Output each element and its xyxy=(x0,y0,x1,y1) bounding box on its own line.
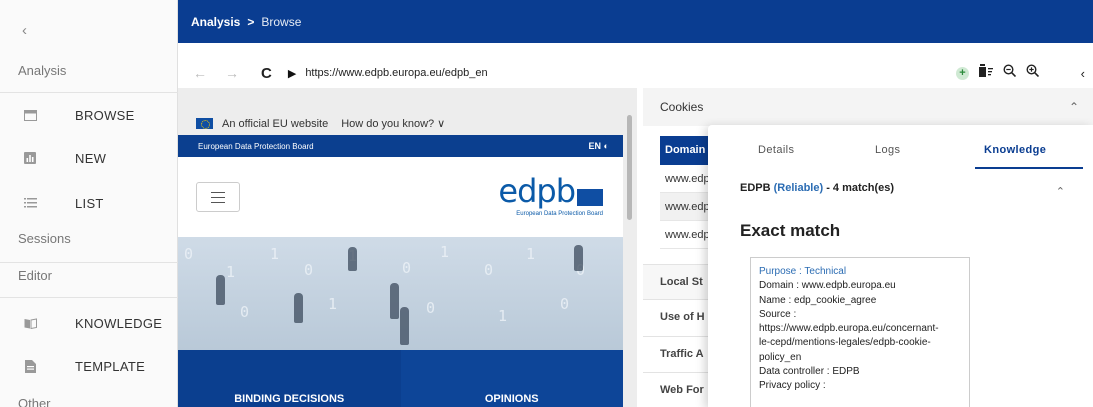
section-other: Other xyxy=(18,396,51,407)
forward-arrow-icon[interactable]: → xyxy=(225,65,239,81)
url-bar: ← → C ▶ https://www.edpb.europa.eu/edpb_… xyxy=(178,58,1093,88)
board-name: European Data Protection Board xyxy=(198,141,314,151)
card-source-url[interactable]: le-cepd/mentions-legales/edpb-cookie- xyxy=(759,336,961,350)
divider xyxy=(0,297,178,298)
chevron-up-icon[interactable]: ⌃ xyxy=(1069,100,1079,114)
section-editor: Editor xyxy=(18,268,52,283)
zoom-out-icon[interactable] xyxy=(1003,64,1017,82)
popup-tabs: Details Logs Knowledge xyxy=(708,125,1093,171)
sidebar-item-label: KNOWLEDGE xyxy=(75,315,163,331)
sidebar-item-browse[interactable]: BROWSE xyxy=(0,97,178,133)
document-icon xyxy=(23,359,37,373)
language-selector[interactable]: EN ◐ xyxy=(589,141,609,151)
cookies-title: Cookies xyxy=(660,100,704,114)
globe-icon: ◐ xyxy=(603,141,609,151)
hamburger-menu-icon[interactable] xyxy=(196,182,240,212)
how-do-you-know-link[interactable]: How do you know? ∨ xyxy=(341,117,445,130)
sidebar-item-new[interactable]: NEW xyxy=(0,140,178,176)
cookies-header[interactable]: Cookies ⌃ xyxy=(643,88,1093,126)
match-card: Purpose : Technical Domain : www.edpb.eu… xyxy=(750,257,970,407)
divider xyxy=(0,92,178,93)
reliability-badge: (Reliable) xyxy=(773,182,824,194)
chevron-left-icon[interactable]: ‹ xyxy=(22,22,27,39)
top-bar: Analysis > Browse xyxy=(178,0,1093,43)
card-controller: Data controller : EDPB xyxy=(759,366,860,378)
sidebar-item-label: BROWSE xyxy=(75,107,135,123)
sidebar: ‹ Analysis BROWSE NEW LIST Sessions Edit… xyxy=(0,0,178,407)
hero-image: 0 1 1 0 1 0 1 0 1 0 0 1 0 1 0 xyxy=(178,237,623,350)
breadcrumb-separator: > xyxy=(247,14,255,29)
edpb-logo[interactable]: edpb European Data Protection Board xyxy=(498,173,603,217)
section-sessions: Sessions xyxy=(18,231,71,246)
tab-details[interactable]: Details xyxy=(758,144,794,156)
clear-cookies-icon[interactable] xyxy=(979,64,993,82)
divider xyxy=(0,262,178,263)
card-purpose: Purpose : Technical xyxy=(759,266,847,277)
active-tab-indicator xyxy=(975,167,1083,169)
tab-knowledge[interactable]: Knowledge xyxy=(984,144,1046,156)
website-preview[interactable]: An official EU website How do you know? … xyxy=(178,88,637,407)
sidebar-item-template[interactable]: TEMPLATE xyxy=(0,348,178,384)
eu-flag-icon xyxy=(196,118,213,129)
browser-window-icon xyxy=(23,108,37,122)
tab-logs[interactable]: Logs xyxy=(875,144,900,156)
play-icon[interactable]: ▶ xyxy=(288,67,296,80)
card-source-url[interactable]: policy_en xyxy=(759,351,961,365)
site-header-bar: European Data Protection Board EN ◐ xyxy=(178,135,623,157)
url-field[interactable]: https://www.edpb.europa.eu/edpb_en xyxy=(305,67,487,79)
breadcrumb-parent[interactable]: Analysis xyxy=(191,15,240,29)
url-tools: + xyxy=(956,64,1040,82)
card-source-url[interactable]: https://www.edpb.europa.eu/concernant- xyxy=(759,322,961,336)
logo-subtitle: European Data Protection Board xyxy=(516,211,603,217)
sidebar-item-knowledge[interactable]: KNOWLEDGE xyxy=(0,305,178,341)
site-logo-area: edpb European Data Protection Board xyxy=(178,157,623,237)
scrollbar[interactable] xyxy=(627,115,632,220)
card-source-label: Source : xyxy=(759,308,797,320)
chevron-up-icon[interactable]: ⌃ xyxy=(1056,185,1065,198)
sidebar-item-label: LIST xyxy=(75,195,104,211)
section-label: Web For xyxy=(660,384,704,396)
source-name: EDPB xyxy=(740,182,771,194)
knowledge-source-header[interactable]: EDPB (Reliable) - 4 match(es) xyxy=(740,182,894,194)
list-icon xyxy=(23,196,37,210)
section-label: Local St xyxy=(660,276,703,288)
opinions-tile[interactable]: OPINIONS xyxy=(400,350,623,407)
breadcrumb-current: Browse xyxy=(261,14,302,29)
bar-chart-icon xyxy=(23,151,37,165)
sidebar-item-label: NEW xyxy=(75,150,107,166)
section-analysis: Analysis xyxy=(18,63,67,78)
zoom-in-icon[interactable] xyxy=(1026,64,1040,82)
language-label: EN xyxy=(588,141,602,151)
card-privacy: Privacy policy : xyxy=(759,380,826,392)
add-icon[interactable]: + xyxy=(956,66,969,80)
knowledge-popup: Details Logs Knowledge EDPB (Reliable) -… xyxy=(708,125,1093,407)
match-count: - 4 match(es) xyxy=(826,182,895,194)
section-label: Use of H xyxy=(660,311,705,323)
sidebar-item-list[interactable]: LIST xyxy=(0,185,178,221)
exact-match-title: Exact match xyxy=(740,221,841,240)
binding-decisions-tile[interactable]: BINDING DECISIONS xyxy=(178,350,401,407)
logo-word: edpb xyxy=(498,172,576,210)
card-domain: Domain : www.edpb.europa.eu xyxy=(759,280,896,292)
book-icon xyxy=(23,316,37,330)
eu-flag-icon xyxy=(577,188,603,206)
back-arrow-icon[interactable]: ← xyxy=(193,65,207,81)
sidebar-item-label: TEMPLATE xyxy=(75,358,146,374)
reload-icon[interactable]: C xyxy=(261,65,272,82)
section-label: Traffic A xyxy=(660,348,704,360)
site-tiles: BINDING DECISIONS OPINIONS xyxy=(178,350,623,407)
chevron-left-icon[interactable]: ‹ xyxy=(1081,66,1085,81)
card-name: Name : edp_cookie_agree xyxy=(759,294,877,306)
official-text: An official EU website xyxy=(222,117,329,130)
eu-official-bar: An official EU website How do you know? … xyxy=(196,117,445,130)
